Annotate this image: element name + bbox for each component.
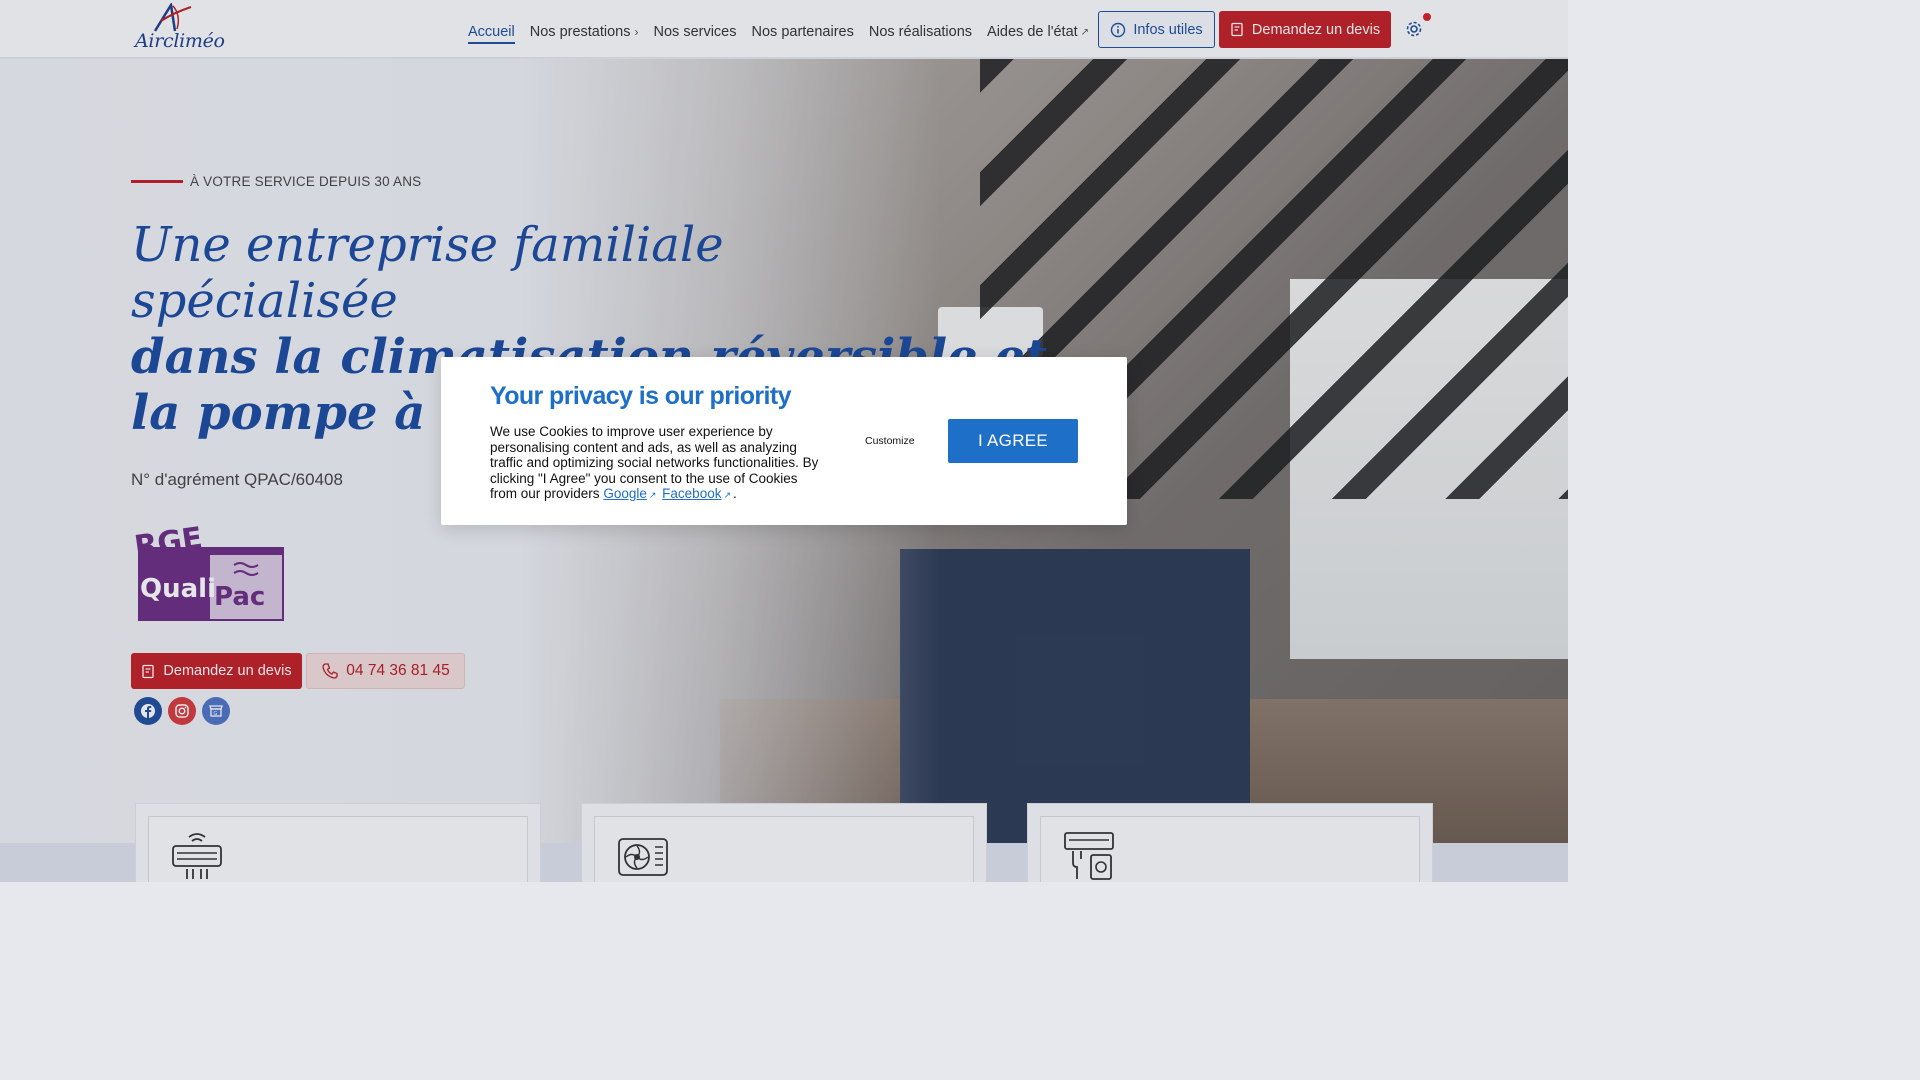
agree-button[interactable]: I AGREE [948, 419, 1078, 463]
google-link[interactable]: Google [603, 486, 647, 501]
facebook-link[interactable]: Facebook [662, 486, 721, 501]
cookie-modal-period: . [733, 486, 737, 501]
external-link-icon: ↗ [648, 490, 657, 500]
external-link-icon: ↗ [723, 490, 732, 500]
cookie-modal-title: Your privacy is our priority [490, 382, 791, 410]
cookie-consent-modal: Your privacy is our priority We use Cook… [441, 357, 1127, 525]
cookie-modal-text: We use Cookies to improve user experienc… [490, 424, 820, 504]
customize-button[interactable]: Customize [865, 435, 915, 447]
